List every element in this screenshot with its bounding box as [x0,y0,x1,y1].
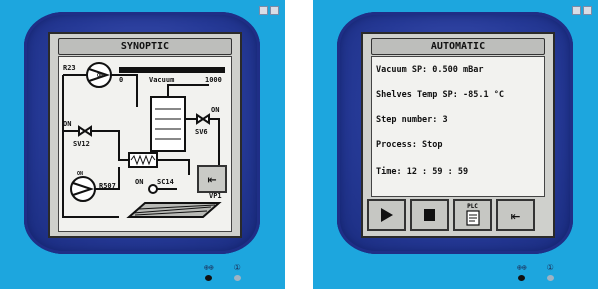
power-led: ① [234,264,241,281]
vacuum-sp-value: Vacuum SP: 0.500 mBar [376,65,484,75]
sc14-label: SC14 [157,178,174,186]
step-number-value: Step number: 3 [376,115,448,125]
automatic-title[interactable]: AUTOMATIC [371,38,545,55]
sv6-on-label: ON [211,106,220,114]
comm-led: ⊕⊕ [204,264,214,281]
close-icon[interactable] [270,6,279,15]
control-buttons: PLC ⇤ [367,199,535,231]
sc14-on-label: ON [135,178,144,186]
power-symbol-icon: ① [233,263,241,272]
sv12-valve-icon [78,125,92,137]
device-bezel: AUTOMATIC Vacuum SP: 0.500 mBar Shelves … [337,12,573,254]
vacuum-max-label: 1000 [205,76,222,84]
power-led-dot [233,275,241,281]
synoptic-screen: SYNOPTIC R23 ON 0 Vacuum 1000 ON SV6 ON … [48,32,242,238]
window-controls[interactable] [572,6,592,15]
vacuum-chamber-icon [150,96,186,152]
vacuum-min-label: 0 [119,76,124,84]
sv12-label: SV12 [73,140,90,148]
time-display: Time: 12 : 59 : 59 [376,167,469,177]
r507-on-label: ON [77,171,84,177]
synoptic-device: SYNOPTIC R23 ON 0 Vacuum 1000 ON SV6 ON … [0,0,285,289]
automatic-screen: AUTOMATIC Vacuum SP: 0.500 mBar Shelves … [361,32,555,238]
status-leds: ⊕⊕ ① [517,264,554,281]
comm-led-dot [205,275,213,281]
close-icon[interactable] [583,6,592,15]
r23-on-label: ON [97,73,104,79]
plc-button[interactable]: PLC [453,199,492,231]
exit-button[interactable]: ⇤ [496,199,535,231]
exit-door-icon: ⇤ [510,205,521,225]
shelves-temp-sp-value: Shelves Temp SP: -85.1 °C [376,90,504,100]
automatic-parameters: Vacuum SP: 0.500 mBar Shelves Temp SP: -… [371,56,545,197]
sc14-sensor-icon [148,184,158,194]
minimize-icon[interactable] [259,6,268,15]
synoptic-diagram: R23 ON 0 Vacuum 1000 ON SV6 ON SV12 ON V… [58,56,232,232]
sv6-label: SV6 [195,128,208,136]
comm-led-dot [518,275,526,281]
synoptic-title[interactable]: SYNOPTIC [58,38,232,55]
minimize-icon[interactable] [572,6,581,15]
comm-led: ⊕⊕ [517,264,527,281]
process-status: Process: Stop [376,140,443,150]
plc-document-icon [465,210,480,226]
r23-label: R23 [63,64,76,72]
status-leds: ⊕⊕ ① [204,264,241,281]
r507-label: R507 [99,182,116,190]
sv12-on-label: ON [63,120,72,128]
automatic-device: AUTOMATIC Vacuum SP: 0.500 mBar Shelves … [313,0,598,289]
vacuum-level-bar [119,67,225,73]
exit-button[interactable]: ⇤ [197,165,227,193]
stop-icon [424,209,435,221]
exit-door-icon: ⇤ [207,170,217,188]
start-button[interactable] [367,199,406,231]
power-led-dot [546,275,554,281]
device-bezel: SYNOPTIC R23 ON 0 Vacuum 1000 ON SV6 ON … [24,12,260,254]
sv6-valve-icon [196,113,210,125]
play-icon [380,208,393,222]
window-controls[interactable] [259,6,279,15]
stop-button[interactable] [410,199,449,231]
comm-symbol-icon: ⊕⊕ [204,263,214,272]
vp1-label: VP1 [209,192,222,200]
vacuum-label: Vacuum [149,76,175,84]
comm-symbol-icon: ⊕⊕ [517,263,527,272]
power-led: ① [547,264,554,281]
power-symbol-icon: ① [546,263,554,272]
